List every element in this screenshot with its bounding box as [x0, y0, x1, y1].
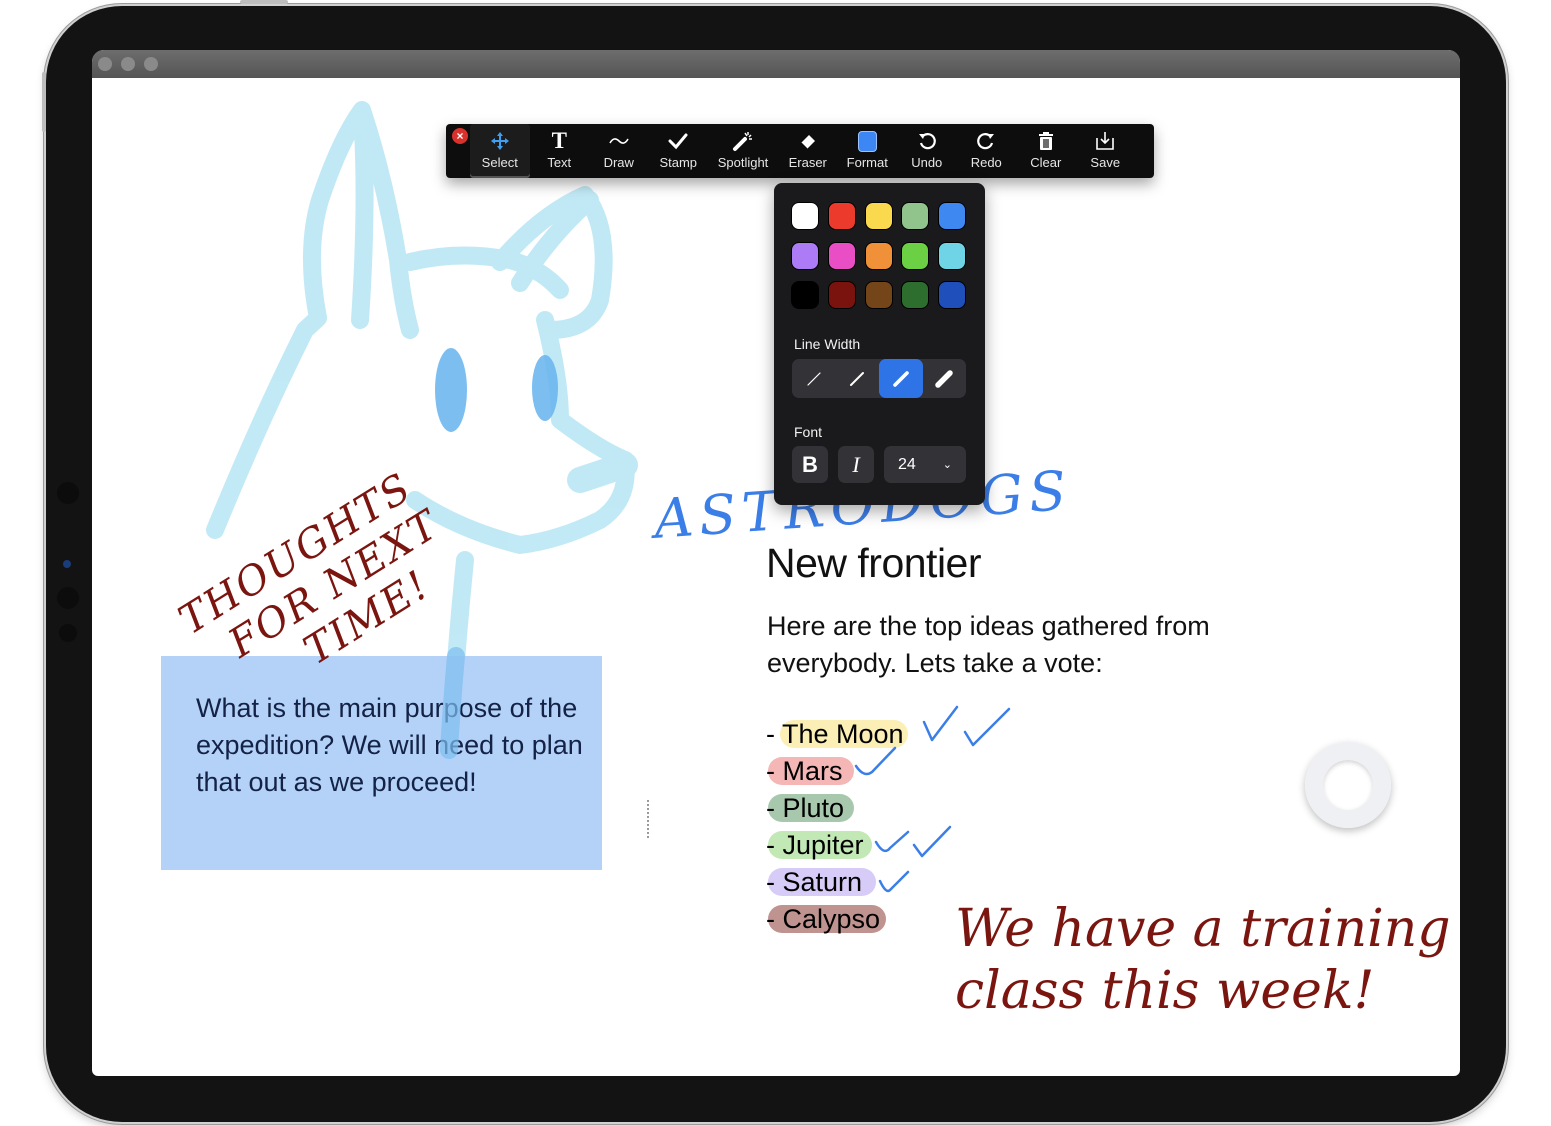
- toolbar-stamp-button[interactable]: Stamp: [649, 124, 709, 178]
- list-item-text: - The Moon: [766, 719, 904, 749]
- toolbar-label: Text: [547, 155, 572, 170]
- list-item-text: - Mars: [766, 756, 843, 786]
- color-swatch[interactable]: [864, 241, 893, 270]
- toolbar-undo-button[interactable]: Undo: [897, 124, 957, 178]
- front-camera: [63, 560, 71, 568]
- color-swatch[interactable]: [791, 281, 819, 309]
- color-swatch[interactable]: [901, 241, 930, 270]
- toolbar-label: Format: [846, 155, 888, 170]
- sticky-note[interactable]: What is the main purpose of the expediti…: [161, 656, 602, 870]
- close-icon[interactable]: ×: [452, 128, 468, 144]
- format-color-icon: [857, 129, 877, 153]
- font-label: Font: [794, 424, 823, 440]
- toolbar-save-button[interactable]: Save: [1076, 124, 1136, 178]
- list-item-text: - Calypso: [766, 904, 881, 934]
- toolbar-label: Draw: [603, 155, 634, 170]
- trash-icon: [1037, 129, 1055, 153]
- undo-icon: [917, 129, 937, 153]
- window-minimize-dot[interactable]: [121, 57, 135, 71]
- toolbar-spotlight-button[interactable]: Spotlight: [708, 124, 778, 178]
- toolbar-select-button[interactable]: Select: [470, 124, 530, 178]
- color-swatch[interactable]: [864, 281, 893, 309]
- line-width-icon: [807, 371, 821, 386]
- toolbar-label: Eraser: [788, 155, 827, 170]
- color-swatch[interactable]: [791, 241, 819, 270]
- toolbar-label: Redo: [970, 155, 1002, 170]
- front-sensor: [57, 587, 79, 609]
- front-sensor: [57, 482, 79, 504]
- window-close-dot[interactable]: [98, 57, 112, 71]
- window-zoom-dot[interactable]: [144, 57, 158, 71]
- list-item-text: - Saturn: [766, 867, 863, 897]
- toolbar-label: Stamp: [659, 155, 698, 170]
- magic-wand-icon: [732, 129, 754, 153]
- checkmark-icon: [668, 129, 688, 153]
- toolbar-label: Save: [1090, 155, 1121, 170]
- toolbar-format-button[interactable]: Format: [838, 124, 898, 178]
- toolbar-label: Clear: [1030, 155, 1062, 170]
- font-size-value: 24: [898, 455, 916, 473]
- list-item: - Calypso: [766, 901, 904, 938]
- move-arrows-icon: [490, 129, 510, 153]
- document-heading: New frontier: [766, 540, 982, 586]
- sticky-note-text: What is the main purpose of the expediti…: [196, 693, 583, 797]
- save-icon: [1094, 129, 1116, 153]
- line-width-icon: [892, 370, 909, 387]
- line-width-label: Line Width: [794, 336, 861, 352]
- color-swatch[interactable]: [827, 281, 856, 309]
- toolbar-draw-button[interactable]: Draw: [589, 124, 649, 178]
- toolbar-label: Undo: [911, 155, 943, 170]
- toolbar-label: Select: [481, 155, 518, 170]
- color-swatch[interactable]: [901, 281, 930, 309]
- bold-button[interactable]: B: [792, 446, 828, 483]
- line-width-icon: [850, 371, 865, 386]
- italic-button[interactable]: I: [838, 446, 874, 483]
- text-icon: T: [551, 128, 567, 153]
- training-annotation: We have a training class this week!: [955, 899, 1451, 1021]
- toolbar-clear-button[interactable]: Clear: [1016, 124, 1076, 178]
- toolbar-redo-button[interactable]: Redo: [957, 124, 1017, 178]
- color-swatch[interactable]: [827, 241, 856, 270]
- color-swatch[interactable]: [938, 281, 967, 309]
- line-width-thick-button[interactable]: [879, 359, 923, 398]
- draw-icon: [608, 129, 630, 153]
- line-width-medium-button[interactable]: [836, 359, 880, 398]
- list-item: - Jupiter: [766, 827, 904, 864]
- volume-up-button: [240, 0, 288, 4]
- eraser-icon: [798, 129, 818, 153]
- annotation-toolbar: × Select T Text Draw Stamp Spotlight Eraser For…: [446, 124, 1154, 178]
- line-width-extra-thick-button[interactable]: [923, 359, 967, 398]
- line-width-icon: [935, 369, 953, 388]
- line-width-selector: [792, 359, 966, 398]
- color-swatch[interactable]: [791, 202, 819, 230]
- document-paragraph: Here are the top ideas gathered from eve…: [767, 611, 1210, 678]
- toolbar-label: Spotlight: [717, 155, 769, 170]
- font-size-select[interactable]: 24 ⌄: [884, 446, 966, 483]
- top-button: [42, 72, 46, 132]
- chevron-down-icon: ⌄: [942, 459, 952, 471]
- format-panel: Line Width Font B I 24 ⌄: [774, 183, 985, 505]
- line-width-thin-button[interactable]: [792, 359, 836, 398]
- window-titlebar: [92, 50, 1460, 78]
- toolbar-eraser-button[interactable]: Eraser: [778, 124, 838, 178]
- color-swatch[interactable]: [938, 241, 967, 270]
- list-item-text: - Pluto: [766, 793, 845, 823]
- list-item: - Mars: [766, 753, 904, 790]
- list-item: - The Moon: [766, 716, 908, 753]
- color-swatch[interactable]: [938, 202, 967, 230]
- color-swatch[interactable]: [864, 202, 893, 230]
- redo-icon: [976, 129, 996, 153]
- idea-list: - The Moon - Mars - Pluto - Jupiter - Saturn…: [766, 716, 908, 938]
- list-item: - Pluto: [766, 790, 904, 827]
- resize-handle[interactable]: [647, 800, 651, 838]
- front-sensor: [59, 624, 77, 642]
- assistive-touch-button[interactable]: [1305, 742, 1391, 828]
- list-item: - Saturn: [766, 864, 904, 901]
- list-item-text: - Jupiter: [766, 830, 864, 860]
- toolbar-text-button[interactable]: T Text: [530, 124, 590, 178]
- color-swatch[interactable]: [901, 202, 930, 230]
- color-swatch[interactable]: [827, 202, 856, 230]
